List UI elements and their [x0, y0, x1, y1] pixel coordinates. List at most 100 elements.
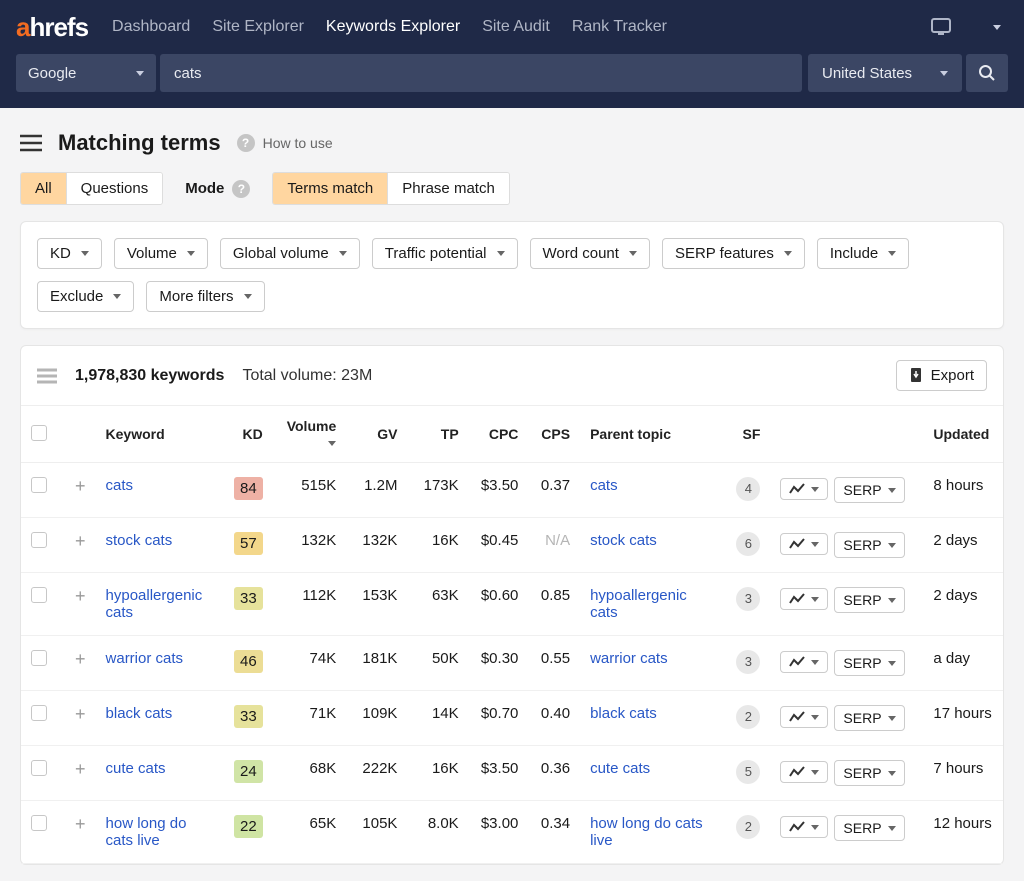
row-checkbox[interactable] — [31, 587, 47, 603]
filter-include[interactable]: Include — [817, 238, 909, 269]
sf-badge: 6 — [736, 532, 760, 556]
serp-button[interactable]: SERP — [834, 650, 904, 676]
nav-site-audit[interactable]: Site Audit — [482, 18, 550, 36]
scope-all[interactable]: All — [21, 173, 66, 204]
mode-terms-match[interactable]: Terms match — [273, 173, 387, 204]
serp-button[interactable]: SERP — [834, 705, 904, 731]
trend-button[interactable] — [780, 588, 828, 610]
parent-topic-link[interactable]: stock cats — [580, 518, 726, 573]
kd-badge: 33 — [234, 705, 263, 728]
search-row: Google cats United States — [0, 54, 1024, 108]
density-icon[interactable] — [37, 368, 57, 384]
mode-phrase-match[interactable]: Phrase match — [387, 173, 509, 204]
expand-icon[interactable]: + — [75, 814, 86, 834]
row-checkbox[interactable] — [31, 705, 47, 721]
filter-kd[interactable]: KD — [37, 238, 102, 269]
sf-badge: 5 — [736, 760, 760, 784]
nav-site-explorer[interactable]: Site Explorer — [212, 18, 304, 36]
keyword-link[interactable]: how long do cats live — [96, 801, 225, 864]
chevron-down-icon — [81, 251, 89, 256]
nav-keywords-explorer[interactable]: Keywords Explorer — [326, 18, 460, 36]
col-volume[interactable]: Volume — [273, 406, 347, 463]
parent-topic-link[interactable]: hypoallergenic cats — [580, 573, 726, 636]
export-button[interactable]: Export — [896, 360, 987, 391]
sort-desc-icon — [328, 441, 336, 446]
expand-icon[interactable]: + — [75, 759, 86, 779]
keyword-link[interactable]: hypoallergenic cats — [96, 573, 225, 636]
col-tp[interactable]: TP — [407, 406, 468, 463]
row-checkbox[interactable] — [31, 760, 47, 776]
search-button[interactable] — [966, 54, 1008, 92]
row-checkbox[interactable] — [31, 532, 47, 548]
col-sf[interactable]: SF — [726, 406, 770, 463]
keyword-link[interactable]: black cats — [96, 691, 225, 746]
updated-value: 2 days — [923, 518, 1003, 573]
logo[interactable]: ahrefs — [16, 12, 88, 43]
volume-value: 74K — [273, 636, 347, 691]
trend-button[interactable] — [780, 816, 828, 838]
how-to-use-link[interactable]: ? How to use — [237, 134, 333, 152]
filter-traffic-potential[interactable]: Traffic potential — [372, 238, 518, 269]
trend-icon — [789, 656, 805, 668]
expand-icon[interactable]: + — [75, 476, 86, 496]
trend-button[interactable] — [780, 761, 828, 783]
cpc-value: $3.50 — [469, 463, 529, 518]
parent-topic-link[interactable]: cats — [580, 463, 726, 518]
col-gv[interactable]: GV — [346, 406, 407, 463]
scope-questions[interactable]: Questions — [66, 173, 163, 204]
trend-button[interactable] — [780, 706, 828, 728]
serp-button[interactable]: SERP — [834, 760, 904, 786]
row-checkbox[interactable] — [31, 650, 47, 666]
serp-button[interactable]: SERP — [834, 587, 904, 613]
keyword-link[interactable]: cute cats — [96, 746, 225, 801]
col-kd[interactable]: KD — [224, 406, 273, 463]
cpc-value: $0.70 — [469, 691, 529, 746]
help-icon[interactable]: ? — [232, 180, 250, 198]
nav-dashboard[interactable]: Dashboard — [112, 18, 190, 36]
volume-value: 65K — [273, 801, 347, 864]
serp-button[interactable]: SERP — [834, 477, 904, 503]
serp-button[interactable]: SERP — [834, 815, 904, 841]
keyword-link[interactable]: warrior cats — [96, 636, 225, 691]
parent-topic-link[interactable]: cute cats — [580, 746, 726, 801]
expand-icon[interactable]: + — [75, 586, 86, 606]
col-keyword[interactable]: Keyword — [96, 406, 225, 463]
trend-button[interactable] — [780, 651, 828, 673]
keyword-link[interactable]: stock cats — [96, 518, 225, 573]
search-engine-select[interactable]: Google — [16, 54, 156, 92]
serp-button[interactable]: SERP — [834, 532, 904, 558]
keyword-count: 1,978,830 keywords — [75, 367, 224, 385]
filter-global-volume[interactable]: Global volume — [220, 238, 360, 269]
trend-button[interactable] — [780, 478, 828, 500]
expand-icon[interactable]: + — [75, 704, 86, 724]
row-checkbox[interactable] — [31, 477, 47, 493]
col-cps[interactable]: CPS — [528, 406, 580, 463]
gv-value: 132K — [346, 518, 407, 573]
parent-topic-link[interactable]: warrior cats — [580, 636, 726, 691]
filter-word-count[interactable]: Word count — [530, 238, 650, 269]
account-menu-caret[interactable] — [986, 17, 1008, 37]
col-updated[interactable]: Updated — [923, 406, 1003, 463]
country-select[interactable]: United States — [808, 54, 962, 92]
trend-button[interactable] — [780, 533, 828, 555]
keyword-link[interactable]: cats — [96, 463, 225, 518]
filter-exclude[interactable]: Exclude — [37, 281, 134, 312]
parent-topic-link[interactable]: black cats — [580, 691, 726, 746]
keyword-search-input[interactable]: cats — [160, 54, 802, 92]
parent-topic-link[interactable]: how long do cats live — [580, 801, 726, 864]
row-checkbox[interactable] — [31, 815, 47, 831]
col-cpc[interactable]: CPC — [469, 406, 529, 463]
filter-more-filters[interactable]: More filters — [146, 281, 264, 312]
kd-badge: 46 — [234, 650, 263, 673]
download-icon — [909, 368, 923, 384]
chevron-down-icon — [497, 251, 505, 256]
filter-serp-features[interactable]: SERP features — [662, 238, 805, 269]
filter-volume[interactable]: Volume — [114, 238, 208, 269]
expand-icon[interactable]: + — [75, 649, 86, 669]
nav-rank-tracker[interactable]: Rank Tracker — [572, 18, 667, 36]
display-icon[interactable] — [930, 17, 952, 37]
sidebar-toggle-icon[interactable] — [20, 134, 42, 152]
select-all-checkbox[interactable] — [31, 425, 47, 441]
expand-icon[interactable]: + — [75, 531, 86, 551]
col-parent[interactable]: Parent topic — [580, 406, 726, 463]
